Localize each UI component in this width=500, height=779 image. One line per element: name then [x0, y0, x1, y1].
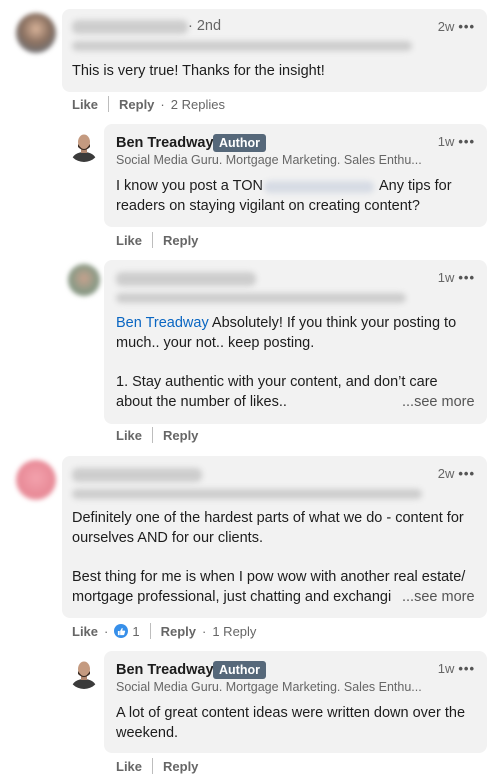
- replies-count[interactable]: 1 Reply: [212, 624, 256, 639]
- divider: [152, 232, 154, 248]
- divider: [149, 623, 151, 639]
- comment-text-line4: mortgage professional, just chatting and…: [72, 589, 392, 605]
- reply-bubble: Ben Treadway Author Social Media Guru. M…: [104, 651, 487, 753]
- more-options-icon[interactable]: •••: [458, 270, 475, 285]
- replier-headline-blurred: [116, 293, 406, 303]
- reply-text-line2: readers on staying vigilant on creating …: [116, 198, 420, 214]
- replies-count[interactable]: 2 Replies: [171, 97, 225, 112]
- divider: [152, 758, 154, 774]
- avatar[interactable]: [68, 264, 100, 296]
- reply-text-line4: about the number of likes..: [116, 394, 287, 410]
- redacted-text: [264, 181, 374, 193]
- avatar[interactable]: [16, 460, 56, 500]
- separator-dot: ·: [104, 623, 109, 639]
- author-badge: Author: [213, 134, 266, 152]
- avatar[interactable]: [68, 657, 100, 689]
- reply-text-line2: much.. your not.. keep posting.: [116, 335, 315, 351]
- comment-text-line3: Best thing for me is when I pow wow with…: [72, 569, 466, 585]
- author-badge: Author: [213, 661, 266, 679]
- comment-time: 2w: [437, 466, 455, 481]
- reply-button[interactable]: Reply: [161, 624, 196, 639]
- ben-avatar-icon: [72, 661, 96, 689]
- reply-button[interactable]: Reply: [119, 97, 154, 112]
- reply-actions: Like Reply: [116, 232, 198, 248]
- reply-actions: Like Reply: [116, 427, 198, 443]
- reply-time: 1w: [437, 661, 455, 676]
- comment-actions: Like · 1 Reply · 1 Reply: [72, 623, 256, 639]
- like-button[interactable]: Like: [72, 97, 98, 112]
- reply-actions: Like Reply: [116, 758, 198, 774]
- reply-button[interactable]: Reply: [163, 428, 198, 443]
- reply-text-line3: 1. Stay authentic with your content, and…: [116, 374, 438, 390]
- reply-author-name[interactable]: Ben Treadway: [116, 662, 214, 678]
- reply-time: 1w: [437, 270, 455, 285]
- reply-text-line1: A lot of great content ideas were writte…: [116, 705, 466, 721]
- like-button[interactable]: Like: [72, 624, 98, 639]
- reply-button[interactable]: Reply: [163, 759, 198, 774]
- reply-time: 1w: [437, 134, 455, 149]
- reply-bubble: Ben Treadway Author Social Media Guru. M…: [104, 124, 487, 227]
- ben-avatar-icon: [72, 134, 96, 162]
- author-headline: Social Media Guru. Mortgage Marketing. S…: [116, 680, 422, 694]
- commenter-name-blurred: [72, 468, 202, 482]
- comment-bubble: 2w ••• Definitely one of the hardest part…: [62, 456, 487, 618]
- reply-text: Absolutely! If you think your posting to: [208, 315, 457, 331]
- comment-text: This is very true! Thanks for the insigh…: [72, 63, 325, 79]
- like-button[interactable]: Like: [116, 428, 142, 443]
- separator-dot: ·: [202, 623, 207, 639]
- more-options-icon[interactable]: •••: [458, 19, 475, 34]
- avatar[interactable]: [16, 13, 56, 53]
- more-options-icon[interactable]: •••: [458, 134, 475, 149]
- more-options-icon[interactable]: •••: [458, 466, 475, 481]
- mention-link[interactable]: Ben Treadway: [116, 315, 209, 331]
- author-headline: Social Media Guru. Mortgage Marketing. S…: [116, 153, 422, 167]
- more-options-icon[interactable]: •••: [458, 661, 475, 676]
- separator-dot: ·: [160, 96, 165, 112]
- commenter-name-blurred: [72, 20, 188, 34]
- replier-name-blurred: [116, 272, 256, 286]
- reply-author-name[interactable]: Ben Treadway: [116, 135, 214, 151]
- reply-text-line2: weekend.: [116, 725, 179, 741]
- connection-degree: · 2nd: [188, 18, 222, 34]
- reaction-count[interactable]: 1: [114, 624, 140, 639]
- avatar[interactable]: [68, 130, 100, 162]
- reply-bubble: 1w ••• Ben Treadway Absolutely! If you th…: [104, 260, 487, 424]
- divider: [152, 427, 154, 443]
- comment-bubble: · 2nd 2w ••• This is very true! Thanks fo…: [62, 9, 487, 92]
- comment-text-line1: Definitely one of the hardest parts of w…: [72, 510, 464, 526]
- like-reaction-icon: [114, 624, 129, 638]
- see-more-link[interactable]: ...see more: [398, 588, 475, 608]
- reply-button[interactable]: Reply: [163, 233, 198, 248]
- like-button[interactable]: Like: [116, 759, 142, 774]
- see-more-link[interactable]: ...see more: [398, 393, 475, 413]
- like-button[interactable]: Like: [116, 233, 142, 248]
- comment-actions: Like Reply · 2 Replies: [72, 96, 225, 112]
- commenter-headline-blurred: [72, 489, 422, 499]
- comment-text-line2: ourselves AND for our clients.: [72, 530, 263, 546]
- reply-text-end: Any tips for: [379, 178, 452, 194]
- commenter-headline-blurred: [72, 41, 412, 51]
- reply-text-start: I know you post a TON: [116, 178, 263, 194]
- comment-time: 2w: [437, 19, 455, 34]
- divider: [108, 96, 110, 112]
